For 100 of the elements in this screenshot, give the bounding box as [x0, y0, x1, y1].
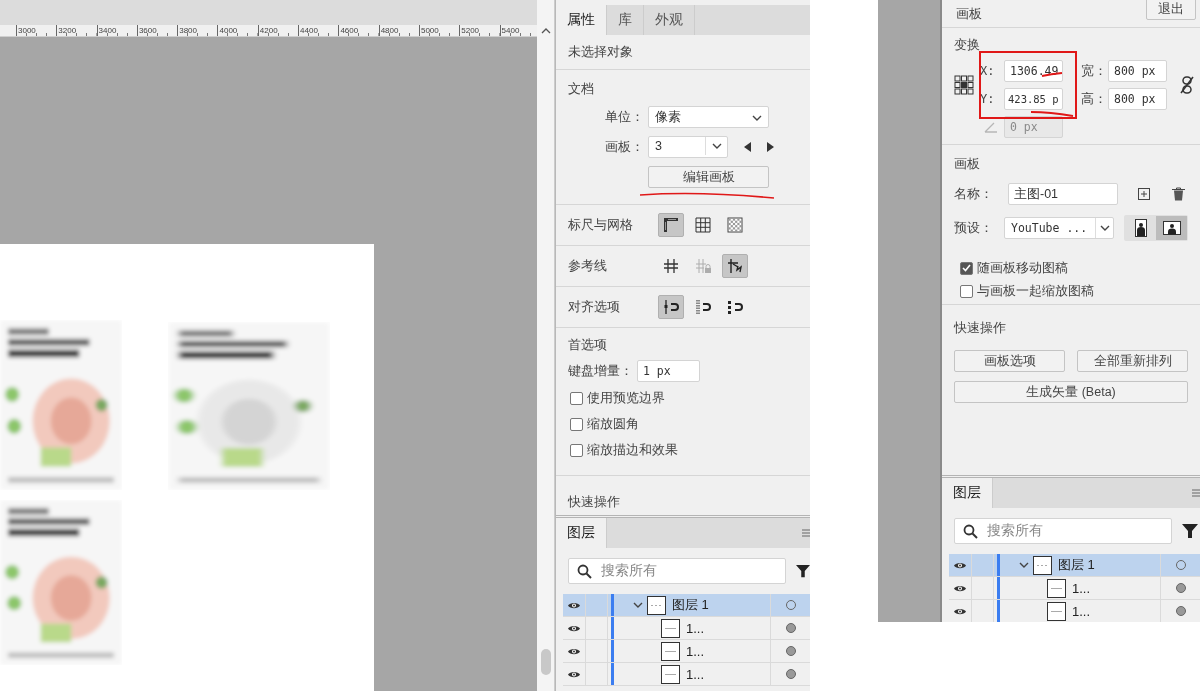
next-icon[interactable] [766, 142, 774, 152]
search-placeholder: 搜索所有 [601, 562, 657, 580]
checkbox-label: 缩放圆角 [587, 415, 639, 433]
delete-icon[interactable] [1172, 187, 1185, 201]
eye-icon[interactable] [567, 646, 581, 656]
layer-row[interactable]: 图层 1 [949, 554, 1200, 577]
filter-icon[interactable] [1182, 523, 1198, 539]
exit-button[interactable]: 退出 [1146, 0, 1196, 20]
caret-icon [711, 143, 722, 149]
search-icon [577, 563, 592, 579]
layer-row[interactable]: 1... [563, 640, 810, 663]
action-button[interactable]: 画板选项 [954, 350, 1065, 372]
ruler-label: 4000 [217, 25, 258, 36]
field-label: 宽： [1081, 62, 1108, 80]
panel-tab[interactable]: 图层 [556, 518, 607, 548]
layer-name: 图层 1 [672, 596, 709, 614]
checkbox-label: 使用预览边界 [587, 389, 665, 407]
eye-icon[interactable] [953, 560, 967, 570]
smart-guides-icon [726, 257, 744, 275]
section-title: 标尺与网格 [568, 216, 634, 234]
eye-icon[interactable] [567, 600, 581, 610]
field-label: 高： [1081, 90, 1108, 108]
section-title: 快速操作 [568, 493, 621, 511]
layer-thumbnail [647, 595, 666, 615]
checkbox[interactable] [960, 261, 973, 275]
section-title: 参考线 [568, 257, 608, 275]
layer-row[interactable]: 图层 1 [563, 594, 810, 617]
reference-point-icon[interactable] [954, 75, 974, 95]
panel-tab[interactable]: 外观 [644, 5, 695, 35]
target-icon[interactable] [1175, 583, 1186, 593]
search-field[interactable]: 搜索所有 [568, 558, 786, 584]
panel-tab[interactable]: 库 [607, 5, 644, 35]
field-label: Y: [980, 92, 996, 106]
artboard-dropdown[interactable]: 3 [648, 136, 728, 158]
checkbox[interactable] [570, 391, 583, 405]
unit-dropdown[interactable]: 像素 [648, 106, 769, 128]
toggle-button[interactable] [658, 295, 684, 319]
checkbox-label: 缩放描边和效果 [587, 441, 678, 459]
scroll-up-icon[interactable] [540, 28, 551, 34]
layer-thumbnail [661, 641, 680, 661]
selection-status: 未选择对象 [568, 43, 634, 61]
ruler-label: 4600 [338, 25, 379, 36]
section-title: 变换 [954, 36, 981, 54]
target-icon[interactable] [1175, 606, 1186, 616]
ruler-label: 5200 [459, 25, 500, 36]
search-placeholder: 搜索所有 [987, 522, 1043, 540]
section-title: 画板 [954, 155, 981, 173]
y-field[interactable]: 423.85 p [1004, 88, 1063, 110]
layer-name: 1... [1072, 580, 1091, 596]
checkbox[interactable] [570, 417, 583, 431]
target-icon[interactable] [785, 623, 796, 633]
caret-icon [752, 115, 762, 121]
filter-icon[interactable] [796, 563, 810, 579]
snap-icon [662, 298, 680, 316]
unlink-icon[interactable] [1180, 75, 1194, 95]
snap-grid-icon [726, 298, 744, 316]
width-field[interactable]: 800 px [1108, 60, 1167, 82]
panel-tab[interactable]: 图层 [942, 478, 993, 508]
previous-icon[interactable] [744, 142, 752, 152]
field-label: 单位： [604, 108, 644, 126]
toggle-button[interactable] [658, 213, 684, 237]
scrollbar-thumb[interactable] [540, 649, 551, 675]
layer-row[interactable]: 1... [949, 577, 1200, 600]
field-label: 预设： [954, 219, 994, 237]
target-icon[interactable] [785, 669, 796, 679]
layer-row[interactable]: 1... [563, 617, 810, 640]
panel-tab[interactable]: 属性 [556, 5, 607, 35]
layer-thumbnail [1047, 578, 1066, 598]
action-button[interactable]: 生成矢量 (Beta) [954, 381, 1188, 403]
add-icon[interactable] [1138, 188, 1150, 200]
layer-row[interactable]: 1... [563, 663, 810, 686]
target-icon[interactable] [785, 646, 796, 656]
layer-row[interactable]: 1... [949, 600, 1200, 622]
eye-icon[interactable] [953, 606, 967, 616]
edit-artboards-button[interactable]: 编辑画板 [648, 166, 769, 188]
landscape-button[interactable] [1156, 216, 1187, 240]
search-icon [963, 523, 978, 539]
toggle-button[interactable] [722, 254, 748, 278]
field-label: X: [980, 64, 996, 78]
increment-field[interactable]: 1 px [637, 360, 700, 382]
caret-icon [1099, 225, 1110, 231]
checkbox[interactable] [570, 443, 583, 457]
x-field[interactable]: 1306.49 [1004, 60, 1063, 82]
ruler-label: 3200 [56, 25, 97, 36]
eye-icon[interactable] [567, 669, 581, 679]
action-button[interactable]: 全部重新排列 [1077, 350, 1188, 372]
checkbox-label: 随画板移动图稿 [977, 259, 1068, 277]
checkerboard-icon [726, 216, 744, 234]
eye-icon[interactable] [567, 623, 581, 633]
search-field[interactable]: 搜索所有 [954, 518, 1172, 544]
portrait-icon [1134, 219, 1147, 237]
height-field[interactable]: 800 px [1108, 88, 1167, 110]
checkbox[interactable] [960, 284, 973, 298]
preset-dropdown[interactable]: YouTube ... [1004, 217, 1114, 239]
name-field[interactable]: 主图-01 [1008, 183, 1118, 205]
landscape-icon [1162, 221, 1181, 235]
layer-name: 1... [686, 643, 705, 659]
field-label: 画板： [604, 138, 644, 156]
eye-icon[interactable] [953, 583, 967, 593]
field-label: 键盘增量： [568, 362, 633, 380]
